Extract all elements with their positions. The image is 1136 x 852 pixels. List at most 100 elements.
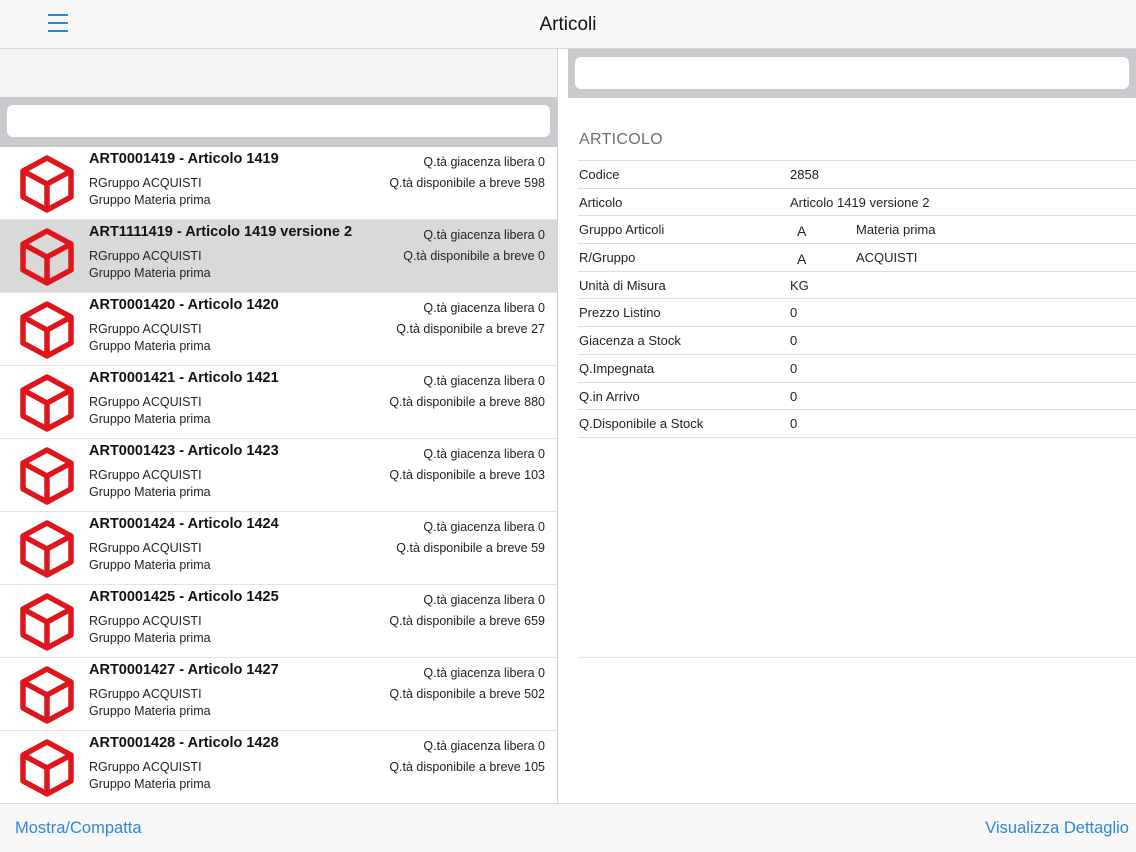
item-free-stock: Q.tà giacenza libera 0: [423, 155, 545, 169]
detail-row: Articolo Articolo 1419 versione 2: [578, 189, 1136, 217]
cube-icon: [18, 519, 76, 579]
item-available-soon: Q.tà disponibile a breve 880: [389, 395, 545, 409]
detail-value: 0: [790, 360, 798, 376]
item-title: ART0001427 - Articolo 1427: [89, 662, 279, 678]
item-title: ART0001419 - Articolo 1419: [89, 151, 279, 167]
detail-row: Q.in Arrivo 0: [578, 383, 1136, 411]
item-group: Gruppo Materia prima: [89, 485, 211, 499]
cube-icon: [18, 665, 76, 725]
bottom-toolbar: Mostra/Compatta Visualizza Dettaglio: [0, 803, 1136, 852]
item-free-stock: Q.tà giacenza libera 0: [423, 593, 545, 607]
detail-row: Q.Impegnata 0: [578, 355, 1136, 383]
item-title: ART0001428 - Articolo 1428: [89, 735, 279, 751]
detail-row: R/Gruppo A ACQUISTI: [578, 244, 1136, 272]
item-group: Gruppo Materia prima: [89, 704, 211, 718]
item-rgroup: RGruppo ACQUISTI: [89, 687, 202, 701]
item-rgroup: RGruppo ACQUISTI: [89, 322, 202, 336]
detail-value: 0: [790, 388, 798, 404]
item-rgroup: RGruppo ACQUISTI: [89, 395, 202, 409]
item-free-stock: Q.tà giacenza libera 0: [423, 447, 545, 461]
item-free-stock: Q.tà giacenza libera 0: [423, 228, 545, 242]
item-group: Gruppo Materia prima: [89, 777, 211, 791]
item-available-soon: Q.tà disponibile a breve 105: [389, 760, 545, 774]
item-rgroup: RGruppo ACQUISTI: [89, 468, 202, 482]
detail-table: Codice 2858 Articolo Articolo 1419 versione…: [578, 160, 1136, 438]
view-detail-button[interactable]: Visualizza Dettaglio: [985, 819, 1129, 838]
detail-label: Articolo: [579, 194, 623, 210]
cube-icon: [18, 446, 76, 506]
article-detail-pane: ARTICOLO Codice 2858 Articolo Articolo 1419…: [568, 49, 1136, 803]
item-free-stock: Q.tà giacenza libera 0: [423, 301, 545, 315]
show-compact-button[interactable]: Mostra/Compatta: [15, 819, 142, 838]
detail-label: Giacenza a Stock: [579, 333, 681, 349]
detail-label: Unità di Misura: [579, 277, 666, 293]
detail-label: Prezzo Listino: [579, 305, 661, 321]
list-item[interactable]: ART0001427 - Articolo 1427 RGruppo ACQUI…: [0, 658, 557, 731]
item-rgroup: RGruppo ACQUISTI: [89, 614, 202, 628]
item-title: ART1111419 - Articolo 1419 versione 2: [89, 224, 353, 240]
page-title: Articoli: [539, 14, 597, 35]
item-available-soon: Q.tà disponibile a breve 59: [396, 541, 545, 555]
item-free-stock: Q.tà giacenza libera 0: [423, 520, 545, 534]
item-available-soon: Q.tà disponibile a breve 27: [396, 322, 545, 336]
item-rgroup: RGruppo ACQUISTI: [89, 760, 202, 774]
navigation-bar: Articoli: [0, 0, 1136, 49]
list-item[interactable]: ART0001428 - Articolo 1428 RGruppo ACQUI…: [0, 731, 557, 803]
article-list: ART0001419 - Articolo 1419 RGruppo ACQUI…: [0, 147, 557, 803]
list-item[interactable]: ART0001424 - Articolo 1424 RGruppo ACQUI…: [0, 512, 557, 585]
detail-label: Q.Impegnata: [579, 360, 655, 376]
item-available-soon: Q.tà disponibile a breve 103: [389, 468, 545, 482]
cube-icon: [18, 154, 76, 214]
item-available-soon: Q.tà disponibile a breve 0: [403, 249, 545, 263]
detail-row: Gruppo Articoli A Materia prima: [578, 216, 1136, 245]
item-group: Gruppo Materia prima: [89, 339, 211, 353]
list-item[interactable]: ART1111419 - Articolo 1419 versione 2 RG…: [0, 220, 557, 293]
detail-search-bar: [568, 49, 1136, 98]
detail-value: 0: [790, 305, 798, 321]
item-title: ART0001424 - Articolo 1424: [89, 516, 279, 532]
detail-label: Q.Disponibile a Stock: [579, 416, 704, 432]
detail-value: Articolo 1419 versione 2: [790, 194, 930, 210]
article-list-pane: ART0001419 - Articolo 1419 RGruppo ACQUI…: [0, 49, 558, 803]
item-group: Gruppo Materia prima: [89, 412, 211, 426]
divider: [578, 657, 1136, 658]
list-item[interactable]: ART0001421 - Articolo 1421 RGruppo ACQUI…: [0, 366, 557, 439]
item-rgroup: RGruppo ACQUISTI: [89, 176, 202, 190]
list-item[interactable]: ART0001419 - Articolo 1419 RGruppo ACQUI…: [0, 147, 557, 220]
item-group: Gruppo Materia prima: [89, 193, 211, 207]
section-title: ARTICOLO: [579, 131, 663, 148]
detail-code: A: [797, 223, 807, 240]
detail-row: Giacenza a Stock 0: [578, 327, 1136, 355]
item-title: ART0001420 - Articolo 1420: [89, 297, 279, 313]
item-group: Gruppo Materia prima: [89, 558, 211, 572]
detail-row: Unità di Misura KG: [578, 272, 1136, 300]
detail-label: Gruppo Articoli: [579, 222, 665, 238]
item-group: Gruppo Materia prima: [89, 266, 211, 280]
list-item[interactable]: ART0001423 - Articolo 1423 RGruppo ACQUI…: [0, 439, 557, 512]
cube-icon: [18, 592, 76, 652]
list-item[interactable]: ART0001420 - Articolo 1420 RGruppo ACQUI…: [0, 293, 557, 366]
item-title: ART0001423 - Articolo 1423: [89, 443, 279, 459]
item-free-stock: Q.tà giacenza libera 0: [423, 739, 545, 753]
list-header-spacer: [0, 49, 557, 97]
detail-row: Prezzo Listino 0: [578, 299, 1136, 328]
cube-icon: [18, 738, 76, 798]
item-free-stock: Q.tà giacenza libera 0: [423, 666, 545, 680]
item-available-soon: Q.tà disponibile a breve 659: [389, 614, 545, 628]
item-rgroup: RGruppo ACQUISTI: [89, 541, 202, 555]
list-search-input[interactable]: [7, 105, 550, 137]
detail-value: 0: [790, 416, 798, 432]
detail-description: ACQUISTI: [856, 250, 918, 266]
detail-code: A: [797, 251, 807, 268]
detail-row: Q.Disponibile a Stock 0: [578, 410, 1136, 438]
detail-row: Codice 2858: [578, 161, 1136, 189]
cube-icon: [18, 300, 76, 360]
detail-label: R/Gruppo: [579, 250, 636, 266]
detail-value: KG: [790, 277, 809, 293]
item-available-soon: Q.tà disponibile a breve 502: [389, 687, 545, 701]
list-item[interactable]: ART0001425 - Articolo 1425 RGruppo ACQUI…: [0, 585, 557, 658]
detail-description: Materia prima: [856, 222, 936, 238]
detail-value: 0: [790, 333, 798, 349]
item-available-soon: Q.tà disponibile a breve 598: [389, 176, 545, 190]
detail-search-input[interactable]: [575, 57, 1129, 89]
